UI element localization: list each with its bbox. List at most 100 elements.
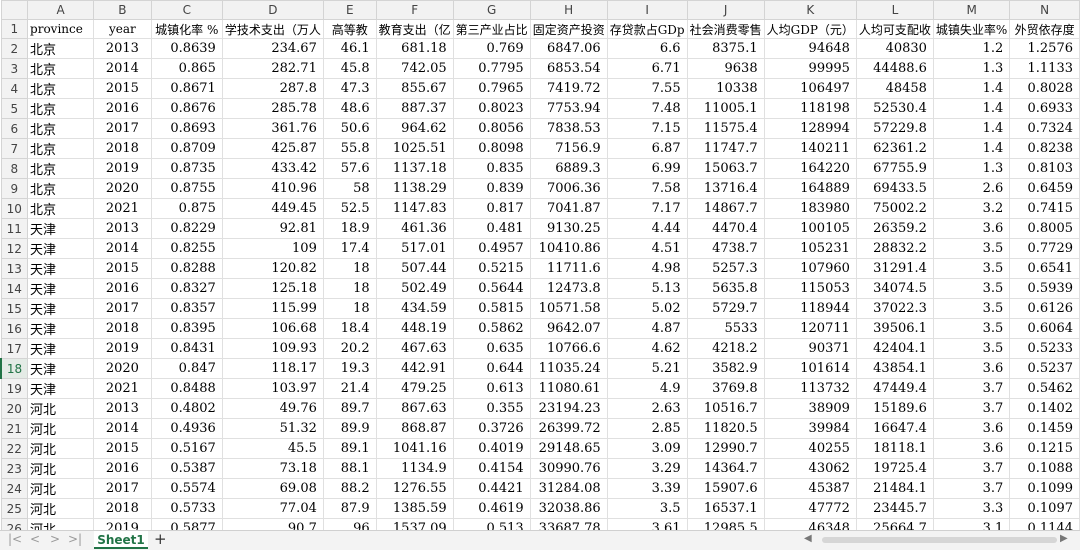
horizontal-scrollbar[interactable]: ◀ ▶ (800, 533, 1070, 545)
cell[interactable]: 448.19 (375, 318, 454, 339)
cell[interactable]: 0.644 (452, 358, 531, 379)
cell[interactable]: 3.5 (932, 238, 1011, 259)
cell[interactable]: 45387 (763, 478, 857, 499)
next-sheet-icon[interactable]: > (50, 532, 60, 546)
cell[interactable]: 1.2 (932, 38, 1011, 59)
cell[interactable]: 7.58 (606, 178, 688, 199)
cell[interactable]: 3.5 (932, 298, 1011, 319)
row-header[interactable]: 14 (0, 278, 29, 299)
cell[interactable]: 1.4 (932, 98, 1011, 119)
cell[interactable]: 0.5215 (452, 258, 531, 279)
column-header[interactable]: D (221, 0, 324, 20)
cell[interactable]: 北京 (27, 78, 95, 99)
cell[interactable]: 0.635 (452, 338, 531, 359)
cell[interactable]: 0.5167 (150, 438, 223, 459)
cell[interactable]: 2015 (93, 258, 152, 279)
row-header[interactable]: 6 (0, 118, 29, 139)
cell[interactable]: 2014 (93, 418, 152, 439)
row-header[interactable]: 7 (0, 138, 29, 159)
column-header[interactable]: K (763, 0, 857, 20)
cell[interactable]: 0.7965 (452, 78, 531, 99)
cell[interactable]: 天津 (27, 258, 95, 279)
cell[interactable]: 0.4019 (452, 438, 531, 459)
cell[interactable]: 4.44 (606, 218, 688, 239)
cell[interactable]: 河北 (27, 418, 95, 439)
cell[interactable]: 52.5 (322, 198, 377, 219)
cell[interactable]: 0.8238 (1009, 138, 1080, 159)
cell[interactable]: 北京 (27, 158, 95, 179)
cell[interactable]: 0.8056 (452, 118, 531, 139)
row-header[interactable]: 21 (0, 418, 29, 439)
cell[interactable]: 天津 (27, 378, 95, 399)
cell[interactable]: 学技术支出（万人 (221, 19, 324, 39)
cell[interactable]: 46.1 (322, 38, 377, 59)
cell[interactable]: 北京 (27, 38, 95, 59)
cell[interactable]: 0.865 (150, 58, 223, 79)
row-header[interactable]: 5 (0, 98, 29, 119)
cell[interactable]: 964.62 (375, 118, 454, 139)
cell[interactable]: 0.4957 (452, 238, 531, 259)
cell[interactable]: 90371 (763, 338, 857, 359)
cell[interactable]: 16537.1 (686, 498, 765, 519)
cell[interactable]: 88.2 (322, 478, 377, 499)
cell[interactable]: 7419.72 (529, 78, 608, 99)
cell[interactable]: 0.5733 (150, 498, 223, 519)
cell[interactable]: 0.835 (452, 158, 531, 179)
cell[interactable]: 北京 (27, 178, 95, 199)
cell[interactable]: 47.3 (322, 78, 377, 99)
column-header[interactable]: A (27, 0, 95, 20)
cell[interactable]: 15907.6 (686, 478, 765, 499)
cell[interactable]: 442.91 (375, 358, 454, 379)
cell[interactable]: 742.05 (375, 58, 454, 79)
cell[interactable]: 河北 (27, 458, 95, 479)
cell[interactable]: 26399.72 (529, 418, 608, 439)
cell[interactable]: 0.1097 (1009, 498, 1080, 519)
cell[interactable]: 0.5462 (1009, 378, 1080, 399)
cell[interactable]: 34074.5 (855, 278, 934, 299)
cell[interactable]: 0.5387 (150, 458, 223, 479)
cell[interactable]: 7041.87 (529, 198, 608, 219)
cell[interactable]: 99995 (763, 58, 857, 79)
cell[interactable]: 89.1 (322, 438, 377, 459)
cell[interactable]: 103.97 (221, 378, 324, 399)
row-header[interactable]: 20 (0, 398, 29, 419)
cell[interactable]: 0.6541 (1009, 258, 1080, 279)
cell[interactable]: 1134.9 (375, 458, 454, 479)
cell[interactable]: 37022.3 (855, 298, 934, 319)
cell[interactable]: 2018 (93, 138, 152, 159)
cell[interactable]: 0.8488 (150, 378, 223, 399)
cell[interactable]: 67755.9 (855, 158, 934, 179)
cell[interactable]: 4218.2 (686, 338, 765, 359)
cell[interactable]: 0.1099 (1009, 478, 1080, 499)
cell[interactable]: 3.6 (932, 218, 1011, 239)
cell[interactable]: 天津 (27, 338, 95, 359)
cell[interactable]: 3.5 (932, 338, 1011, 359)
cell[interactable]: 3.7 (932, 378, 1011, 399)
row-header[interactable]: 8 (0, 158, 29, 179)
cell[interactable]: 存贷款占GDp (606, 19, 688, 39)
cell[interactable]: 0.1088 (1009, 458, 1080, 479)
cell[interactable]: 4.98 (606, 258, 688, 279)
cell[interactable]: 1.3 (932, 58, 1011, 79)
column-header[interactable]: L (855, 0, 934, 20)
cell[interactable]: 6847.06 (529, 38, 608, 59)
cell[interactable]: 11080.61 (529, 378, 608, 399)
cell[interactable]: 7.48 (606, 98, 688, 119)
cell[interactable]: 100105 (763, 218, 857, 239)
cell[interactable]: 0.6933 (1009, 98, 1080, 119)
cell[interactable]: 15189.6 (855, 398, 934, 419)
cell[interactable]: 18 (322, 278, 377, 299)
cell[interactable]: 1.1133 (1009, 58, 1080, 79)
cell[interactable]: 164220 (763, 158, 857, 179)
cell[interactable]: 21484.1 (855, 478, 934, 499)
cell[interactable]: 43062 (763, 458, 857, 479)
cell[interactable]: 0.8028 (1009, 78, 1080, 99)
cell[interactable]: 0.6064 (1009, 318, 1080, 339)
cell[interactable]: 固定资产投资 (529, 19, 608, 39)
row-header[interactable]: 3 (0, 58, 29, 79)
cell[interactable]: 69.08 (221, 478, 324, 499)
cell[interactable]: 2014 (93, 238, 152, 259)
cell[interactable]: 44488.6 (855, 58, 934, 79)
cell[interactable]: 12990.7 (686, 438, 765, 459)
cell[interactable]: 433.42 (221, 158, 324, 179)
